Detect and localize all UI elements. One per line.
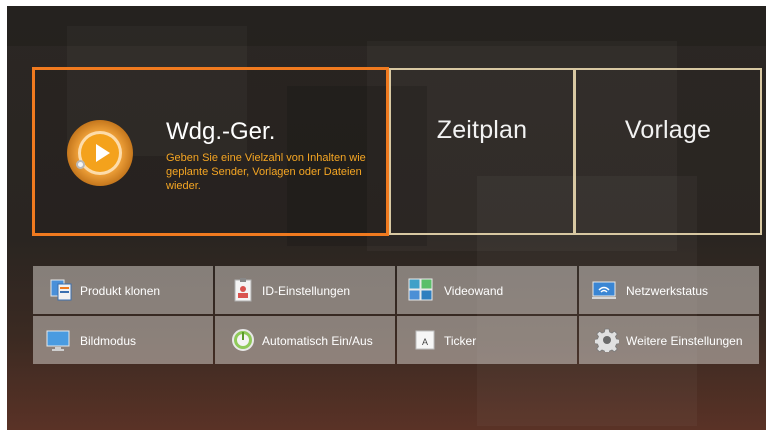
tile-player[interactable]: Wdg.-Ger. Geben Sie eine Vielzahl von In… — [32, 67, 389, 236]
menu-item-label: Ticker — [444, 334, 477, 348]
power-icon — [232, 329, 254, 351]
menu-item-label: Weitere Einstellungen — [626, 334, 743, 348]
menu-item-label: Automatisch Ein/Aus — [262, 334, 373, 348]
ticker-icon: A — [415, 330, 435, 350]
monitor-icon — [46, 330, 70, 351]
menu-item-more-settings[interactable]: Weitere Einstellungen — [579, 316, 759, 364]
tile-template[interactable]: Vorlage — [574, 68, 762, 235]
menu-item-label: Produkt klonen — [80, 284, 161, 298]
tile-schedule[interactable]: Zeitplan — [389, 68, 575, 235]
svg-text:A: A — [422, 337, 428, 347]
menu-item-label: Netzwerkstatus — [626, 284, 709, 298]
menu-item-id-settings[interactable]: ID-Einstellungen — [215, 266, 395, 314]
videowall-icon — [408, 278, 433, 301]
tile-template-label: Vorlage — [624, 116, 712, 144]
id-card-icon — [234, 278, 252, 302]
menu-item-label: Videowand — [444, 284, 504, 298]
menu-item-clone-product[interactable]: Produkt klonen — [33, 266, 213, 314]
gear-icon — [595, 328, 619, 352]
tile-schedule-label: Zeitplan — [436, 116, 528, 144]
menu-item-auto-on-off[interactable]: Automatisch Ein/Aus — [215, 316, 395, 364]
tile-player-description: Geben Sie eine Vielzahl von Inhalten wie… — [166, 152, 366, 192]
menu-item-label: ID-Einstellungen — [262, 284, 351, 298]
play-icon — [67, 120, 133, 186]
home-screen: Wdg.-Ger. Geben Sie eine Vielzahl von In… — [7, 6, 766, 430]
network-icon — [592, 281, 616, 299]
settings-menu: Produkt klonen ID-Einstellungen Videowan… — [33, 266, 761, 364]
background-block — [7, 6, 766, 46]
menu-item-label: Bildmodus — [80, 334, 137, 348]
menu-item-videowall[interactable]: Videowand — [397, 266, 577, 314]
menu-item-picture-mode[interactable]: Bildmodus — [33, 316, 213, 364]
tile-player-title: Wdg.-Ger. — [166, 118, 276, 145]
menu-item-ticker[interactable]: A Ticker — [397, 316, 577, 364]
menu-item-network-status[interactable]: Netzwerkstatus — [579, 266, 759, 314]
clone-icon — [50, 279, 72, 301]
